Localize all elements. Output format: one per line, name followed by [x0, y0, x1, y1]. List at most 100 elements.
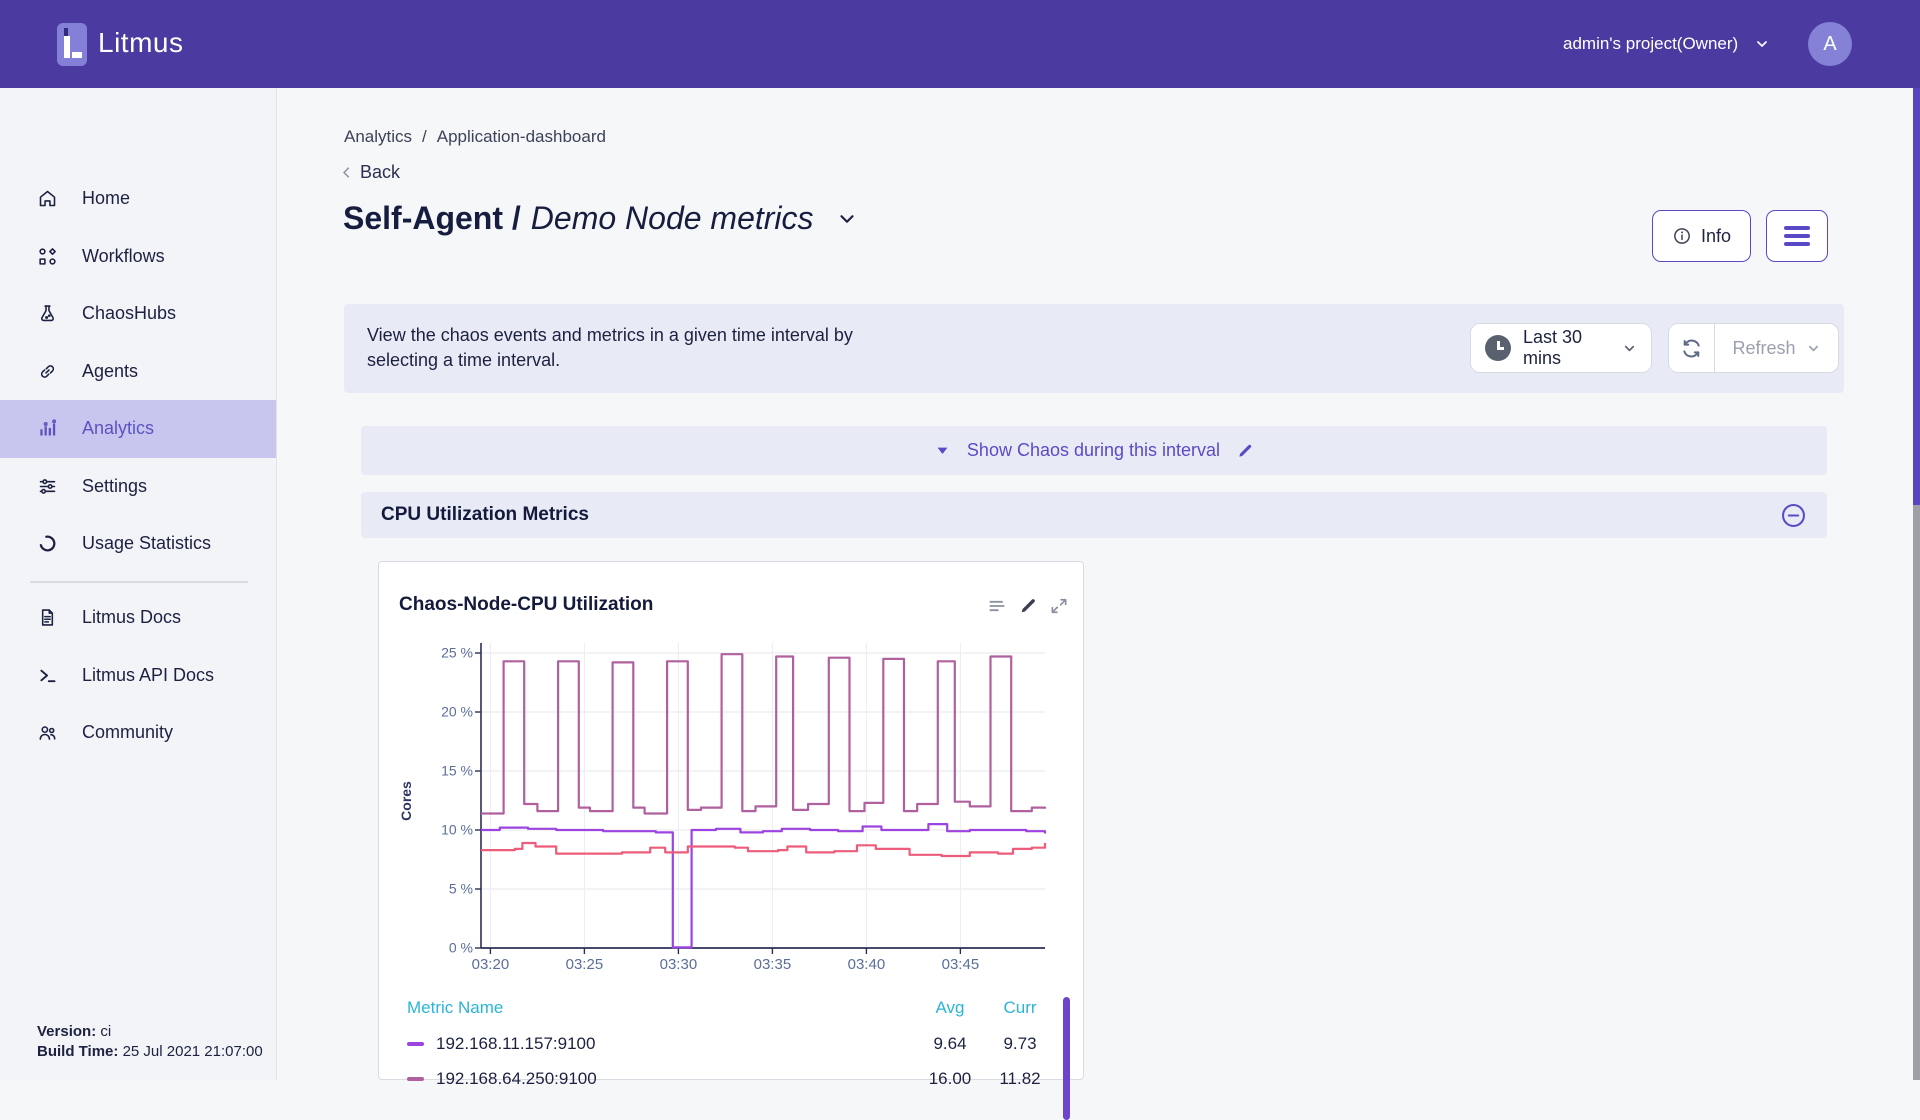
- sidebar-item-label: Workflows: [82, 246, 165, 267]
- col-avg: Avg: [915, 998, 985, 1018]
- chevron-down-icon: [1806, 341, 1821, 356]
- svg-text:03:40: 03:40: [848, 956, 886, 973]
- sidebar-item-label: Litmus Docs: [82, 607, 181, 628]
- svg-text:03:30: 03:30: [660, 956, 698, 973]
- settings-icon: [37, 476, 58, 497]
- metric-avg: 9.64: [915, 1034, 985, 1054]
- collapse-section-icon[interactable]: [1780, 502, 1807, 529]
- sidebar-link-community[interactable]: Community: [0, 704, 276, 762]
- info-label: Info: [1701, 226, 1731, 247]
- interval-description: View the chaos events and metrics in a g…: [367, 323, 853, 373]
- time-range-value: Last 30 mins: [1523, 327, 1610, 369]
- brand-name: Litmus: [98, 27, 183, 59]
- sidebar-item-label: Community: [82, 722, 173, 743]
- sidebar-item-settings[interactable]: Settings: [0, 458, 276, 516]
- version-label: Version:: [37, 1023, 96, 1040]
- sidebar-item-analytics[interactable]: Analytics: [0, 400, 276, 458]
- svg-text:03:20: 03:20: [472, 956, 510, 973]
- chevron-down-icon: [1754, 36, 1770, 52]
- page-title: Self-Agent / Demo Node metrics: [343, 200, 858, 237]
- dashboard-name: Demo Node metrics: [531, 200, 814, 237]
- docs-icon: [37, 607, 58, 628]
- sidebar-item-label: Agents: [82, 361, 138, 382]
- table-row[interactable]: 192.168.11.157:9100 9.649.73: [407, 1033, 1055, 1055]
- agent-name: Self-Agent /: [343, 200, 521, 237]
- chevron-left-icon: [339, 165, 354, 180]
- sidebar-item-home[interactable]: Home: [0, 170, 276, 228]
- breadcrumb-separator: /: [422, 127, 427, 147]
- refresh-now-button[interactable]: [1669, 324, 1715, 372]
- metric-curr: 9.73: [985, 1034, 1055, 1054]
- api-docs-icon: [37, 665, 58, 686]
- info-icon: [1672, 226, 1692, 246]
- build-time-label: Build Time:: [37, 1043, 118, 1060]
- table-row[interactable]: 192.168.64.250:9100 16.0011.82: [407, 1068, 1055, 1090]
- back-button[interactable]: Back: [339, 162, 400, 183]
- refresh-label: Refresh: [1732, 338, 1795, 359]
- series-color-swatch: [407, 1077, 424, 1081]
- clock-icon: [1485, 335, 1511, 361]
- page-scrollbar-thumb[interactable]: [1913, 88, 1920, 505]
- svg-text:Cores: Cores: [398, 781, 414, 821]
- cpu-section-header: CPU Utilization Metrics: [361, 492, 1827, 538]
- refresh-icon: [1680, 337, 1703, 360]
- legend-list-icon[interactable]: [987, 596, 1007, 616]
- sidebar-item-label: ChaosHubs: [82, 303, 176, 324]
- panel-title: Chaos-Node-CPU Utilization: [399, 594, 653, 616]
- table-scrollbar[interactable]: [1063, 997, 1070, 1120]
- metric-name: 192.168.64.250:9100: [436, 1069, 597, 1089]
- avatar[interactable]: A: [1808, 22, 1852, 66]
- sidebar-item-workflows[interactable]: Workflows: [0, 228, 276, 286]
- project-switcher[interactable]: admin's project(Owner): [1563, 0, 1770, 88]
- svg-text:0 %: 0 %: [449, 940, 473, 956]
- series-color-swatch: [407, 1042, 424, 1046]
- svg-text:20 %: 20 %: [441, 704, 473, 720]
- panel-actions: [987, 596, 1069, 616]
- triangle-down-icon: [934, 442, 951, 459]
- svg-text:03:35: 03:35: [754, 956, 792, 973]
- home-icon: [37, 188, 58, 209]
- metric-avg: 16.00: [915, 1069, 985, 1089]
- interval-banner: View the chaos events and metrics in a g…: [344, 304, 1844, 393]
- workflows-icon: [37, 246, 58, 267]
- col-metric-name: Metric Name: [407, 998, 503, 1018]
- chevron-down-icon: [1622, 341, 1637, 356]
- sidebar-item-chaoshubs[interactable]: ChaosHubs: [0, 285, 276, 343]
- breadcrumb-analytics[interactable]: Analytics: [344, 127, 412, 147]
- metric-name: 192.168.11.157:9100: [436, 1034, 595, 1054]
- cpu-utilization-chart: 0 %5 %10 %15 %20 %25 %03:2003:2503:3003:…: [379, 621, 1085, 987]
- analytics-icon: [37, 418, 58, 439]
- sidebar-item-label: Analytics: [82, 418, 154, 439]
- sidebar: Home Workflows ChaosHubs Agents Analytics Set…: [0, 88, 277, 1080]
- breadcrumb-application-dashboard[interactable]: Application-dashboard: [437, 127, 606, 147]
- metric-curr: 11.82: [985, 1069, 1055, 1089]
- time-range-select[interactable]: Last 30 mins: [1470, 323, 1652, 373]
- sidebar-item-agents[interactable]: Agents: [0, 343, 276, 401]
- info-button[interactable]: Info: [1652, 210, 1751, 262]
- svg-text:10 %: 10 %: [441, 822, 473, 838]
- community-icon: [37, 722, 58, 743]
- usage-icon: [37, 533, 58, 554]
- dashboard-menu-button[interactable]: [1766, 210, 1828, 262]
- main-content: Analytics / Application-dashboard Back S…: [277, 88, 1920, 1080]
- chaoshub-icon: [37, 303, 58, 324]
- sidebar-item-label: Home: [82, 188, 130, 209]
- agents-icon: [37, 361, 58, 382]
- refresh-interval-dropdown[interactable]: Refresh: [1715, 324, 1838, 372]
- dashboard-switch-chevron-icon[interactable]: [836, 208, 858, 230]
- sidebar-link-litmus-docs[interactable]: Litmus Docs: [0, 589, 276, 647]
- version-info: Version: ci Build Time: 25 Jul 2021 21:0…: [37, 1022, 263, 1062]
- show-chaos-toggle[interactable]: Show Chaos during this interval: [361, 426, 1827, 475]
- build-time-value: 25 Jul 2021 21:07:00: [123, 1043, 263, 1060]
- litmus-logo-icon: [57, 23, 87, 66]
- sidebar-item-usage-statistics[interactable]: Usage Statistics: [0, 515, 276, 573]
- back-label: Back: [360, 162, 400, 183]
- sidebar-item-label: Usage Statistics: [82, 533, 211, 554]
- expand-panel-icon[interactable]: [1049, 596, 1069, 616]
- edit-panel-icon[interactable]: [1018, 596, 1038, 616]
- sidebar-link-litmus-api-docs[interactable]: Litmus API Docs: [0, 647, 276, 705]
- section-title: CPU Utilization Metrics: [381, 504, 589, 526]
- edit-pencil-icon[interactable]: [1236, 442, 1254, 460]
- table-header-row: Metric Name Avg Curr: [407, 997, 1055, 1019]
- sidebar-divider: [30, 581, 248, 583]
